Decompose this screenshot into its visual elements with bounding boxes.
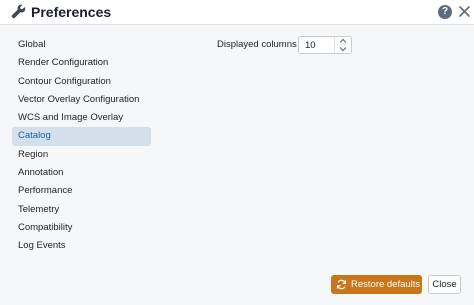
- tab-render-configuration[interactable]: Render Configuration: [12, 54, 151, 72]
- close-button[interactable]: Close: [428, 275, 461, 294]
- refresh-icon: [336, 279, 347, 290]
- tab-performance[interactable]: Performance: [12, 182, 151, 200]
- displayed-columns-label: Displayed columns: [217, 39, 297, 50]
- tab-vector-overlay-configuration[interactable]: Vector Overlay Configuration: [12, 91, 151, 109]
- displayed-columns-input[interactable]: 10: [298, 36, 352, 54]
- tab-annotation[interactable]: Annotation: [12, 164, 151, 182]
- tab-region[interactable]: Region: [12, 146, 151, 164]
- decrement-button[interactable]: [335, 45, 351, 53]
- help-icon[interactable]: ?: [438, 5, 452, 19]
- restore-defaults-label: Restore defaults: [351, 279, 421, 290]
- displayed-columns-value[interactable]: 10: [305, 40, 316, 51]
- dialog-header: Preferences ?: [0, 0, 474, 25]
- increment-button[interactable]: [335, 37, 351, 45]
- tab-telemetry[interactable]: Telemetry: [12, 201, 151, 219]
- preferences-dialog: Preferences ? Global Render Configuration…: [0, 0, 474, 305]
- chevron-down-icon: [339, 47, 347, 52]
- stepper: [334, 37, 351, 53]
- close-button-label: Close: [432, 279, 457, 290]
- chevron-up-icon: [339, 38, 347, 43]
- close-icon[interactable]: [459, 6, 470, 17]
- restore-defaults-button[interactable]: Restore defaults: [331, 275, 422, 294]
- wrench-icon: [11, 4, 26, 19]
- tab-compatibility[interactable]: Compatibility: [12, 219, 151, 237]
- tab-wcs-and-image-overlay[interactable]: WCS and Image Overlay: [12, 109, 151, 127]
- preferences-tablist: Global Render Configuration Contour Config…: [12, 36, 151, 256]
- dialog-title: Preferences: [31, 4, 112, 20]
- tab-catalog[interactable]: Catalog: [12, 127, 151, 146]
- tab-log-events[interactable]: Log Events: [12, 237, 151, 255]
- tab-contour-configuration[interactable]: Contour Configuration: [12, 73, 151, 91]
- tab-global[interactable]: Global: [12, 36, 151, 54]
